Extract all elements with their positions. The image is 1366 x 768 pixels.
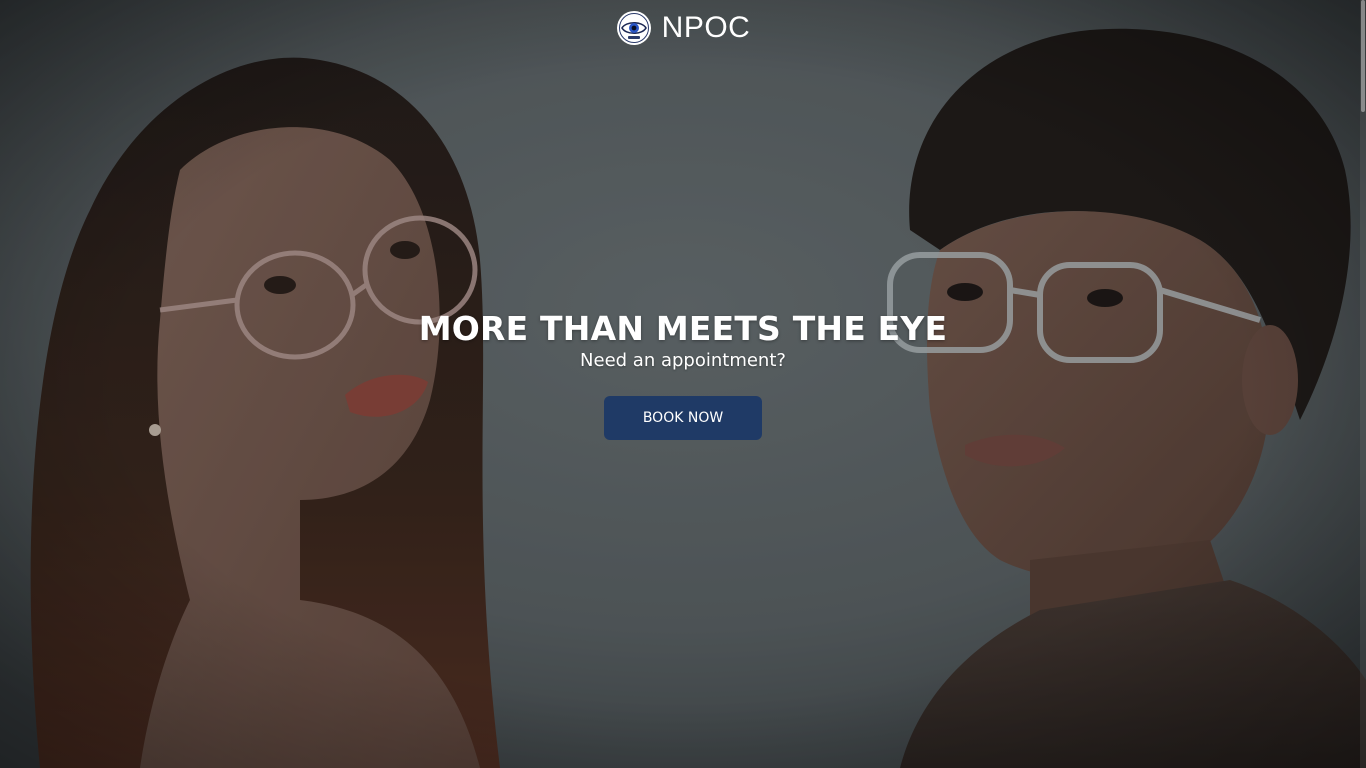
eye-seal-logo-icon: [616, 11, 651, 45]
brand-home-link[interactable]: NPOC: [0, 10, 1366, 46]
book-now-button[interactable]: BOOK NOW: [604, 396, 762, 440]
landing-page: NPOC MORE THAN MEETS THE EYE Need an app…: [0, 0, 1366, 768]
brand-name: NPOC: [661, 11, 751, 44]
hero-subtitle: Need an appointment?: [580, 350, 786, 371]
hero-section: MORE THAN MEETS THE EYE Need an appointm…: [0, 308, 1366, 440]
hero-title: MORE THAN MEETS THE EYE: [418, 309, 948, 348]
